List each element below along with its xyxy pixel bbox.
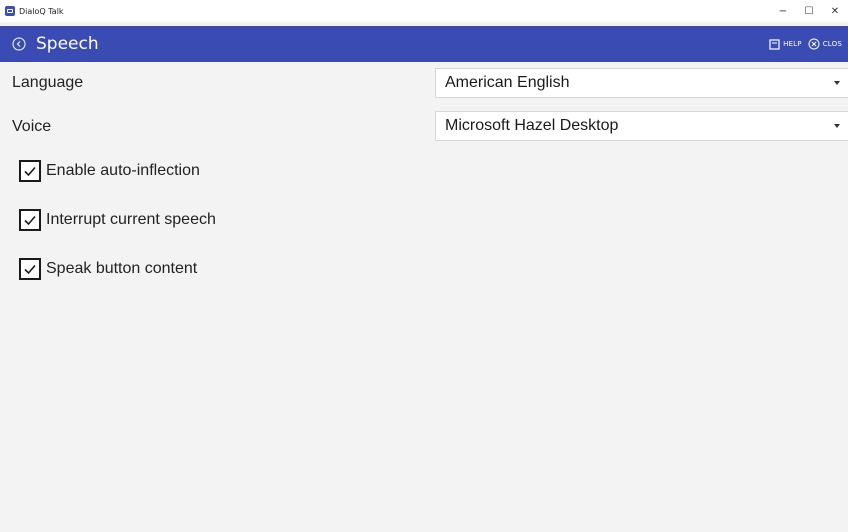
page-title: Speech xyxy=(36,34,99,54)
checkbox-interrupt-speech[interactable]: Interrupt current speech xyxy=(19,209,216,231)
checkbox-label: Enable auto-inflection xyxy=(46,162,200,179)
chevron-down-icon xyxy=(834,81,840,85)
language-dropdown[interactable]: American English xyxy=(435,68,848,98)
language-value: American English xyxy=(445,74,570,91)
close-window-button[interactable]: ✕ xyxy=(822,0,848,22)
checkbox-label: Speak button content xyxy=(46,260,198,277)
checkbox-label: Interrupt current speech xyxy=(46,211,216,228)
checkmark-icon xyxy=(24,166,36,177)
header-actions: HELP CLOS xyxy=(769,26,848,62)
minimize-button[interactable]: − xyxy=(770,0,796,22)
checkbox-speak-button-content[interactable]: Speak button content xyxy=(19,258,197,280)
help-button[interactable]: HELP xyxy=(769,38,802,50)
voice-value: Microsoft Hazel Desktop xyxy=(445,117,619,134)
checkmark-icon xyxy=(24,264,36,275)
app-logo-icon xyxy=(5,6,15,16)
close-label: CLOS xyxy=(822,40,842,48)
maximize-button[interactable]: ☐ xyxy=(796,0,822,22)
close-page-button[interactable]: CLOS xyxy=(808,38,842,50)
back-arrow-icon[interactable] xyxy=(12,37,26,51)
window-titlebar: DialoQ Talk − ☐ ✕ xyxy=(0,0,848,22)
chevron-down-icon xyxy=(834,124,840,128)
window-title: DialoQ Talk xyxy=(19,6,64,16)
checkbox-auto-inflection[interactable]: Enable auto-inflection xyxy=(19,160,200,182)
circle-x-icon xyxy=(808,38,820,50)
checkbox[interactable] xyxy=(19,160,41,182)
speech-settings-panel: Language American English Voice Microsof… xyxy=(0,62,848,532)
checkbox[interactable] xyxy=(19,258,41,280)
checkmark-icon xyxy=(24,215,36,226)
page-header: Speech HELP CLOS xyxy=(0,26,848,62)
window-controls: − ☐ ✕ xyxy=(770,0,848,22)
book-icon xyxy=(769,38,780,50)
help-label: HELP xyxy=(783,40,802,48)
voice-label: Voice xyxy=(12,118,52,135)
voice-dropdown[interactable]: Microsoft Hazel Desktop xyxy=(435,111,848,141)
language-label: Language xyxy=(12,74,84,91)
checkbox[interactable] xyxy=(19,209,41,231)
